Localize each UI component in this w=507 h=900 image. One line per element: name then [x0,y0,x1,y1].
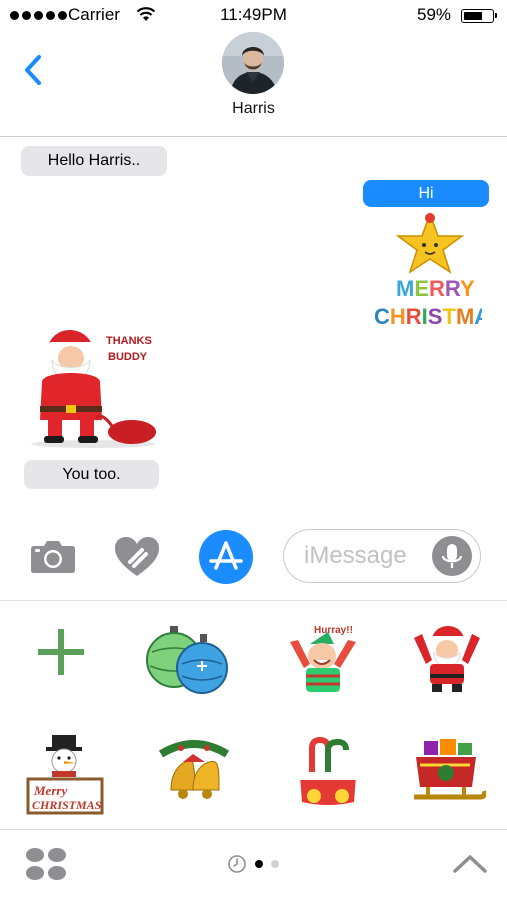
battery-percent: 59% [417,5,452,24]
candy-canes-stocking-sticker[interactable] [294,736,362,808]
page-dot[interactable] [271,860,279,868]
plus-icon[interactable] [36,627,86,677]
snowman-merry-christmas-sticker[interactable]: Merry CHRISTMAS [26,733,104,815]
christmas-ornaments-sticker[interactable] [142,622,230,698]
imessage-input-field[interactable] [283,529,481,583]
heart-hand-icon[interactable] [114,536,160,578]
microphone-icon [441,544,463,568]
avatar[interactable] [222,32,284,94]
imessage-input[interactable] [304,542,432,570]
contact-photo [222,32,284,94]
santa-thanks-buddy-sticker[interactable]: THANKS BUDDY [28,322,162,450]
contact-name[interactable]: Harris [0,100,507,118]
header-divider [0,136,507,137]
elf-hurray-sticker[interactable]: Hurray!! [286,620,360,696]
santa-waving-sticker[interactable] [410,622,484,694]
incoming-message-bubble[interactable]: You too. [24,460,159,489]
incoming-message-bubble[interactable]: Hello Harris.. [21,146,167,176]
svg-text:BUDDY: BUDDY [108,351,148,363]
app-store-icon [209,541,243,570]
page-dot-active[interactable] [255,860,263,868]
svg-text:Hurray!!: Hurray!! [314,625,353,636]
clock-icon[interactable] [227,854,247,874]
svg-text:THANKS: THANKS [106,335,152,347]
svg-text:Merry: Merry [33,783,67,798]
sleigh-gifts-sticker[interactable] [410,737,486,809]
merry-christmas-star-sticker[interactable]: MERRY CHRISTMAS [370,210,482,330]
svg-text:MERRY: MERRY [396,276,475,301]
battery-icon [461,9,497,23]
status-bar: Carrier 11:49PM 59% [0,0,507,32]
outgoing-message-bubble[interactable]: Hi [363,180,489,207]
svg-text:CHRISTMAS: CHRISTMAS [374,304,482,329]
svg-text:CHRISTMAS: CHRISTMAS [32,798,102,812]
camera-icon[interactable] [30,538,76,574]
bottom-bar-divider [0,829,507,830]
app-grid-icon[interactable] [25,847,67,881]
microphone-button[interactable] [432,536,472,576]
chevron-left-icon[interactable] [20,52,50,88]
christmas-bells-sticker[interactable] [157,734,231,804]
drawer-divider [0,600,507,601]
app-store-button[interactable] [199,530,253,584]
chevron-up-icon[interactable] [452,852,488,874]
